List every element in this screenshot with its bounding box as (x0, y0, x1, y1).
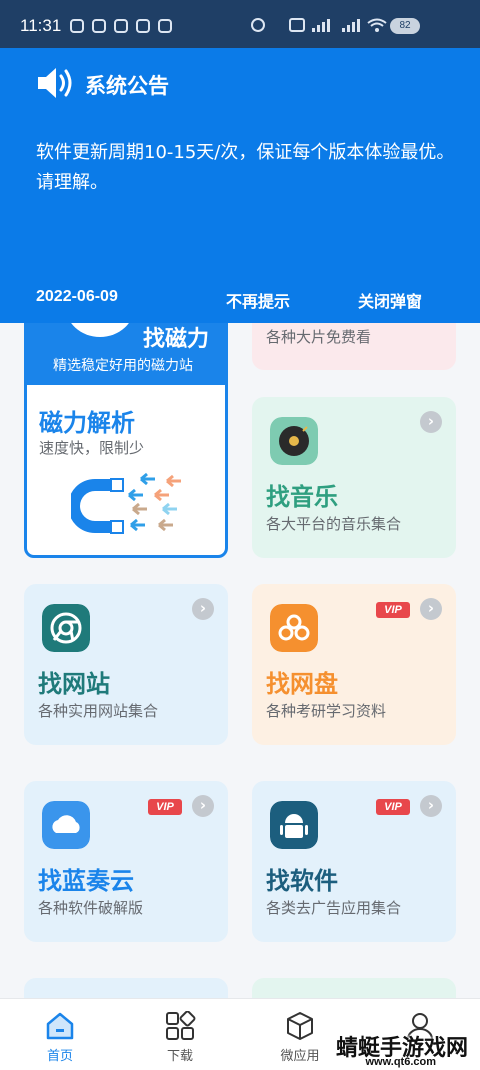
website-card[interactable]: › 找网站 各种实用网站集合 (24, 584, 228, 745)
music-card-title: 找音乐 (266, 483, 338, 511)
speaker-icon (38, 68, 72, 98)
status-app-icons (70, 19, 172, 33)
cloud-drive-card-subtitle: 各种考研学习资料 (266, 702, 387, 720)
notification-icon (158, 19, 172, 33)
software-card-title: 找软件 (266, 867, 338, 895)
lanzou-card[interactable]: VIP › 找蓝奏云 各种软件破解版 (24, 781, 228, 942)
lanzou-card-title: 找蓝奏云 (38, 867, 134, 895)
nav-item-download[interactable]: 下载 (120, 999, 240, 1069)
chevron-right-icon: › (420, 795, 442, 817)
status-bar: 11:31 82 (0, 0, 480, 48)
dont-show-again-button[interactable]: 不再提示 (226, 288, 290, 312)
nav-item-home[interactable]: 首页 (0, 999, 120, 1069)
announcement-date: 2022-06-09 (36, 288, 118, 305)
close-popup-button[interactable]: 关闭弹窗 (358, 288, 422, 312)
announcement-body: 软件更新周期10-15天/次，保证每个版本体验最优。 请理解。 (36, 138, 456, 198)
vinyl-icon (270, 417, 318, 465)
cloud-icon (42, 801, 90, 849)
magnet-illustration (71, 472, 181, 534)
announcement-title: 系统公告 (85, 74, 169, 98)
cloud-drive-card[interactable]: VIP › 找网盘 各种考研学习资料 (252, 584, 456, 745)
chevron-right-icon: › (192, 598, 214, 620)
grid-icon (166, 1011, 196, 1040)
magnet-card-subtitle: 速度快，限制少 (39, 439, 145, 457)
announcement-dialog: 系统公告 软件更新周期10-15天/次，保证每个版本体验最优。 请理解。 202… (0, 48, 480, 323)
watermark-url: www.qt6.com (365, 1056, 437, 1068)
status-time: 11:31 (20, 16, 62, 35)
magnet-card[interactable]: 找磁力 精选稳定好用的磁力站 磁力解析 速度快，限制少 (24, 300, 228, 558)
website-card-subtitle: 各种实用网站集合 (38, 702, 159, 720)
software-card[interactable]: VIP › 找软件 各类去广告应用集合 (252, 781, 456, 942)
chevron-right-icon: › (192, 795, 214, 817)
website-card-title: 找网站 (38, 670, 110, 698)
software-card-subtitle: 各类去广告应用集合 (266, 899, 402, 917)
vip-badge: VIP (148, 799, 182, 815)
home-icon (46, 1012, 74, 1040)
magnet-header-subtitle: 精选稳定好用的磁力站 (53, 358, 193, 374)
cube-icon (287, 1012, 313, 1040)
android-icon (270, 801, 318, 849)
notification-icon (70, 19, 84, 33)
chrome-icon (42, 604, 90, 652)
battery-indicator: 82 (390, 18, 420, 34)
lanzou-card-subtitle: 各种软件破解版 (38, 899, 144, 917)
nav-label: 首页 (46, 1049, 73, 1064)
vip-badge: VIP (376, 799, 410, 815)
announcement-body-line: 软件更新周期10-15天/次，保证每个版本体验最优。 (36, 142, 455, 163)
notification-icon (136, 19, 150, 33)
cloud-drive-card-title: 找网盘 (266, 670, 338, 698)
chevron-right-icon: › (420, 411, 442, 433)
nav-label: 下载 (166, 1049, 193, 1064)
magnet-card-title: 磁力解析 (39, 409, 135, 437)
chevron-right-icon: › (420, 598, 442, 620)
music-card[interactable]: › 找音乐 各大平台的音乐集合 (252, 397, 456, 558)
video-card-subtitle: 各种大片免费看 (266, 328, 372, 346)
announcement-body-line: 请理解。 (36, 172, 108, 193)
magnet-header-title: 找磁力 (143, 327, 210, 352)
notification-icon (92, 19, 106, 33)
cloud-drive-icon (270, 604, 318, 652)
music-card-subtitle: 各大平台的音乐集合 (266, 515, 402, 533)
notification-icon (114, 19, 128, 33)
signal-wifi-icon (251, 18, 387, 32)
vip-badge: VIP (376, 602, 410, 618)
